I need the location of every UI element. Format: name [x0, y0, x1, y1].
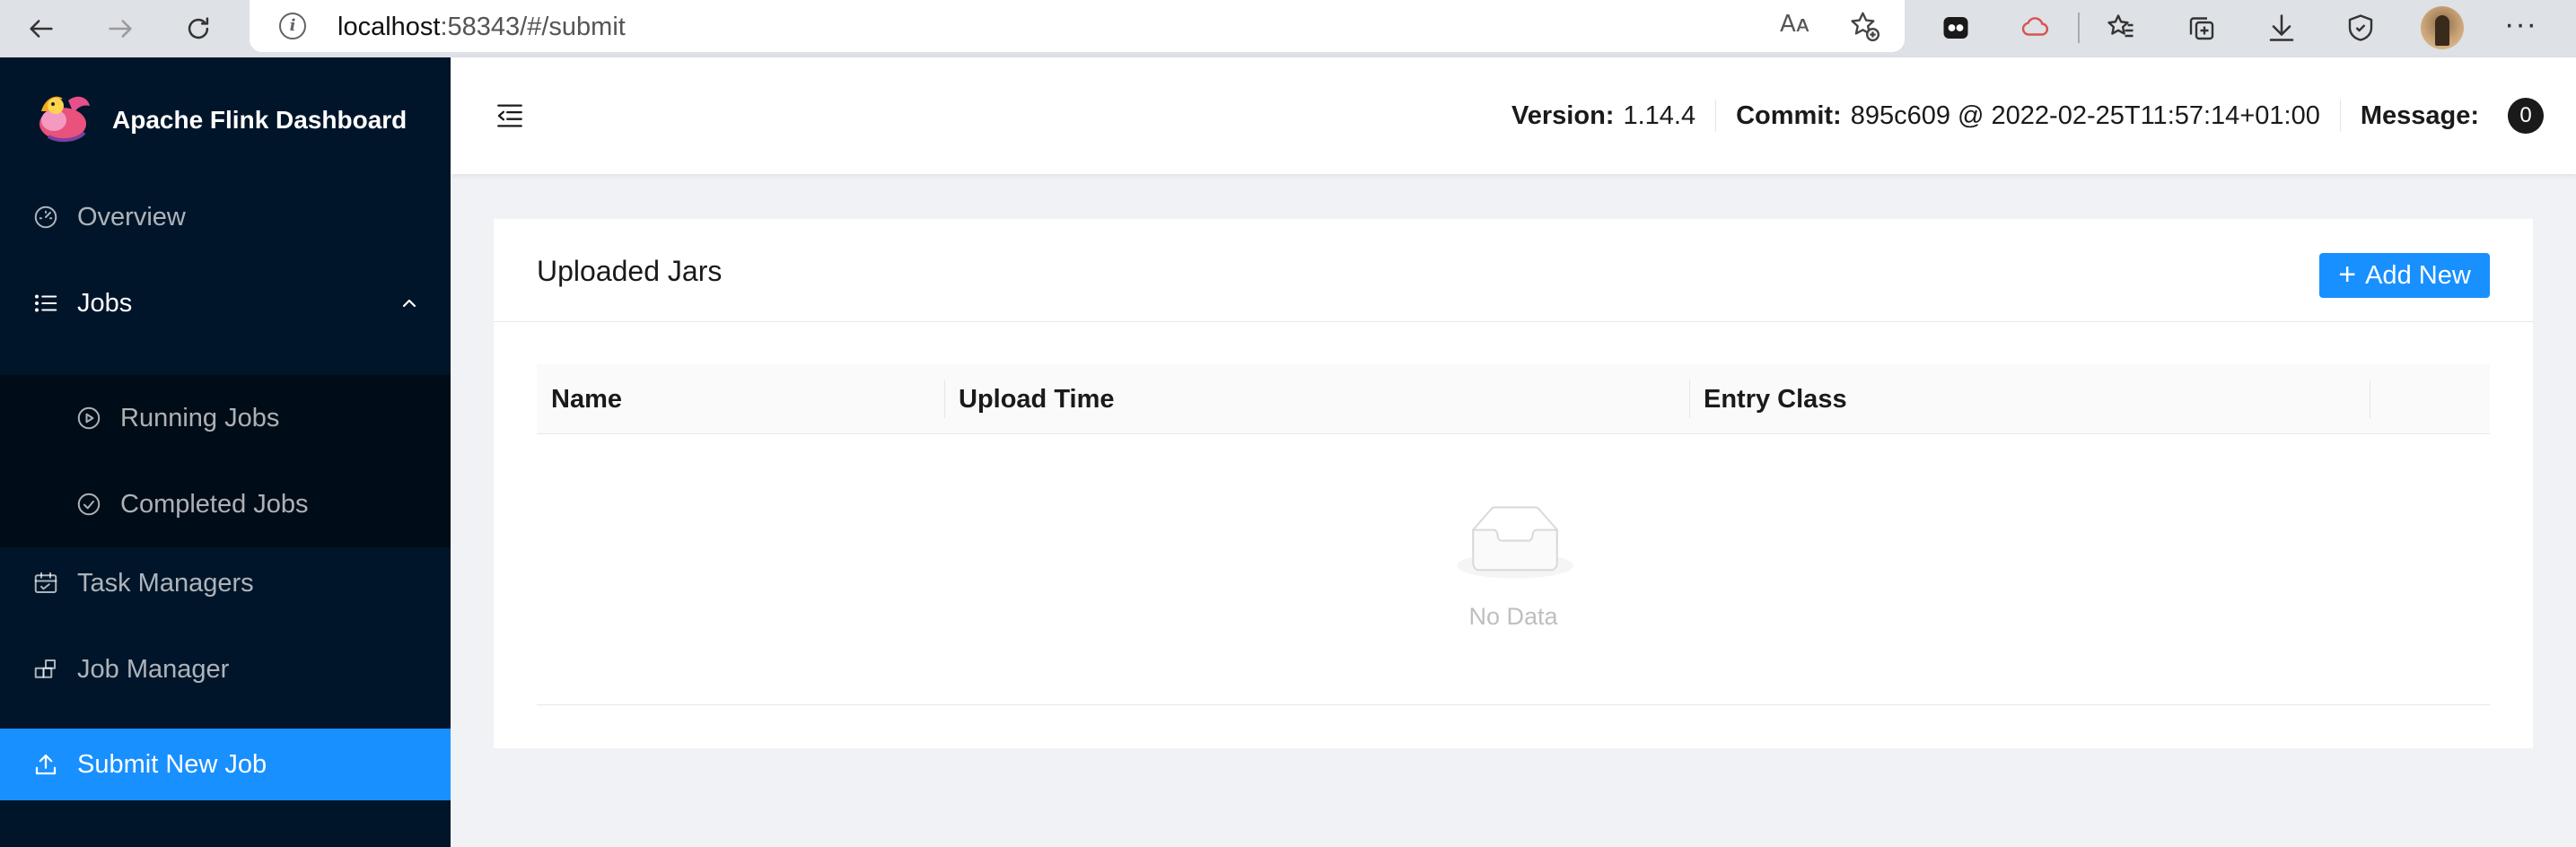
reload-icon: [188, 17, 209, 39]
empty-state-text: No Data: [1468, 603, 1558, 630]
profile-avatar[interactable]: [2421, 6, 2464, 49]
column-header-upload-time[interactable]: Upload Time: [944, 364, 1115, 434]
browser-toolbar: i localhost:58343/#/submit Aᴀ ···: [0, 0, 2576, 57]
extension-mask-icon: [1943, 17, 1968, 39]
url-host: localhost: [337, 13, 441, 41]
back-button[interactable]: [20, 7, 63, 50]
sidebar-item-label: Completed Jobs: [120, 489, 309, 519]
more-options-icon[interactable]: ···: [2504, 7, 2537, 42]
menu-fold-icon[interactable]: [494, 100, 526, 131]
downloads-button[interactable]: [2263, 9, 2300, 47]
browser-essentials-button[interactable]: [2342, 9, 2379, 47]
sidebar-item-submit-new-job[interactable]: Submit New Job: [0, 729, 451, 800]
chevron-up-icon: [402, 299, 416, 308]
message-info[interactable]: Message: 0: [2341, 98, 2576, 134]
arrow-right-icon: [109, 20, 132, 38]
version-info: Version: 1.14.4: [1492, 100, 1717, 132]
top-header: Version: 1.14.4 Commit: 895c609 @ 2022-0…: [451, 57, 2576, 174]
cloud-icon: [2021, 17, 2049, 36]
forward-button[interactable]: [99, 7, 142, 50]
upload-icon: [35, 754, 57, 775]
sidebar-item-label: Jobs: [77, 288, 133, 318]
shield-heart-icon: [2348, 14, 2373, 41]
card-header: Uploaded Jars + Add New: [494, 219, 2533, 322]
sidebar: Apache Flink Dashboard Overview Jobs Run…: [0, 57, 451, 847]
sidebar-item-jobs[interactable]: Jobs: [0, 267, 451, 339]
add-new-label: Add New: [2365, 260, 2471, 290]
collections-button[interactable]: [2183, 9, 2221, 47]
app-logo-row[interactable]: Apache Flink Dashboard: [0, 57, 451, 181]
message-count-badge[interactable]: 0: [2508, 98, 2544, 134]
arrow-left-icon: [30, 20, 53, 38]
add-favorite-icon[interactable]: [1847, 9, 1881, 43]
version-value: 1.14.4: [1623, 100, 1696, 130]
column-header-entry-class[interactable]: Entry Class: [1689, 364, 1847, 434]
card-title: Uploaded Jars: [537, 255, 723, 287]
schedule-icon: [34, 572, 57, 593]
address-bar[interactable]: i localhost:58343/#/submit Aᴀ: [250, 0, 1905, 52]
uploaded-jars-card: Uploaded Jars + Add New Name Upload Time…: [494, 219, 2533, 748]
extension-icon[interactable]: [2016, 9, 2054, 47]
sidebar-item-task-managers[interactable]: Task Managers: [0, 547, 451, 619]
header-info: Version: 1.14.4 Commit: 895c609 @ 2022-0…: [1492, 57, 2576, 174]
commit-info: Commit: 895c609 @ 2022-02-25T11:57:14+01…: [1716, 100, 2341, 132]
collections-icon: [2189, 17, 2214, 40]
url-path: :58343/#/submit: [440, 13, 626, 41]
download-icon: [2269, 14, 2294, 41]
commit-label: Commit:: [1736, 100, 1842, 130]
sidebar-item-label: Submit New Job: [77, 749, 267, 779]
table-header: Name Upload Time Entry Class: [537, 364, 2490, 434]
extension-icon[interactable]: [1937, 9, 1975, 47]
version-label: Version:: [1511, 100, 1615, 130]
inbox-empty-icon: [1457, 506, 1573, 579]
flink-logo-icon: [39, 96, 90, 143]
sidebar-item-completed-jobs[interactable]: Completed Jobs: [0, 461, 451, 547]
sidebar-item-label: Running Jobs: [120, 403, 280, 432]
url-text[interactable]: localhost:58343/#/submit: [337, 13, 626, 42]
favorites-icon: [2107, 14, 2134, 38]
jobs-submenu: Running Jobs Completed Jobs: [0, 375, 451, 547]
reload-button[interactable]: [177, 7, 220, 50]
build-icon: [34, 659, 56, 678]
app-title: Apache Flink Dashboard: [112, 106, 407, 134]
play-circle-icon: [77, 406, 101, 430]
sidebar-item-label: Task Managers: [77, 568, 254, 598]
add-new-button[interactable]: + Add New: [2319, 253, 2490, 298]
site-info-icon[interactable]: i: [279, 13, 306, 39]
commit-value: 895c609 @ 2022-02-25T11:57:14+01:00: [1850, 100, 2320, 130]
sidebar-item-running-jobs[interactable]: Running Jobs: [0, 375, 451, 461]
favorites-button[interactable]: [2102, 9, 2140, 47]
jars-table: Name Upload Time Entry Class No Data: [537, 364, 2490, 705]
column-header-name[interactable]: Name: [537, 364, 622, 434]
sidebar-item-label: Job Manager: [77, 654, 230, 684]
read-aloud-icon[interactable]: Aᴀ: [1780, 11, 1809, 38]
dashboard-icon: [34, 205, 57, 229]
sidebar-item-label: Overview: [77, 202, 186, 231]
plus-icon: +: [2338, 257, 2357, 292]
message-label: Message:: [2360, 100, 2479, 130]
toolbar-divider: [2078, 13, 2080, 43]
sidebar-item-overview[interactable]: Overview: [0, 181, 451, 253]
table-empty-state: No Data: [537, 434, 2490, 705]
unordered-list-icon: [35, 294, 57, 312]
sidebar-item-job-manager[interactable]: Job Manager: [0, 633, 451, 705]
check-circle-icon: [77, 493, 101, 516]
